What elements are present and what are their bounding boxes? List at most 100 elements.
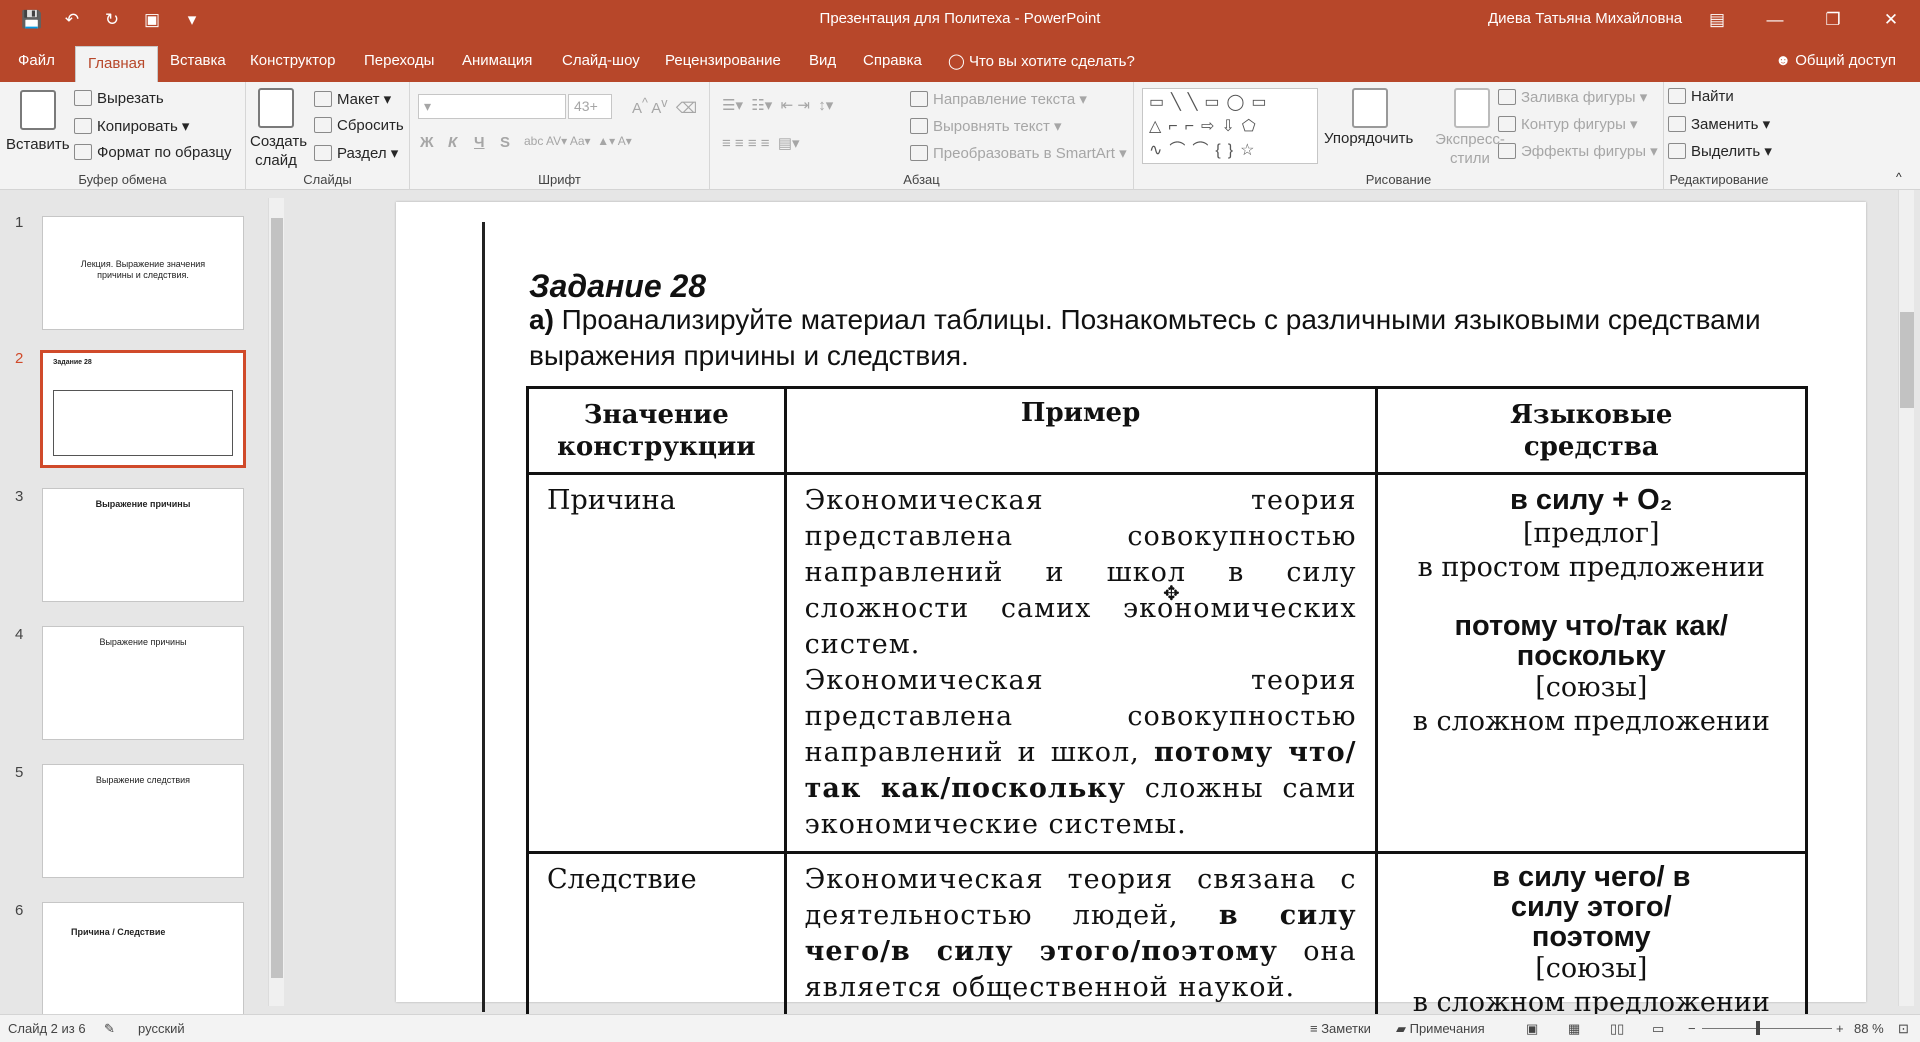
slide-heading[interactable]: Задание 28 [529, 268, 706, 305]
notes-button[interactable]: ≡ Заметки [1310, 1021, 1371, 1036]
find-button[interactable]: Найти [1668, 88, 1734, 105]
replace-icon [1668, 116, 1686, 132]
select-button[interactable]: Выделить ▾ [1668, 142, 1772, 160]
section-button[interactable]: Раздел ▾ [314, 144, 398, 162]
arrange-icon[interactable] [1352, 88, 1388, 128]
slide-thumbnail-5[interactable]: Выражение следствия [42, 764, 244, 878]
quick-styles-button[interactable]: Экспресс-стили [1434, 130, 1506, 168]
window-controls: ▤ — ❐ ✕ [1688, 0, 1920, 40]
slideshow-view-icon[interactable]: ▭ [1652, 1021, 1664, 1037]
font-size-input[interactable]: 43+ [568, 94, 612, 119]
tab-animations[interactable]: Анимация [462, 52, 532, 69]
list-icons[interactable]: ☰▾ ☷▾ ⇤ ⇥ ↕▾ [722, 96, 833, 114]
underline-button[interactable]: Ч [474, 134, 485, 151]
tab-help[interactable]: Справка [863, 52, 922, 69]
shape-outline-button[interactable]: Контур фигуры ▾ [1498, 115, 1638, 133]
table-cell-meaning: Причина [526, 472, 787, 854]
tab-design[interactable]: Конструктор [250, 52, 336, 69]
sorter-view-icon[interactable]: ▦ [1568, 1021, 1580, 1037]
ribbon-display-icon[interactable]: ▤ [1688, 0, 1746, 40]
thumbnails-scrollbar[interactable] [268, 198, 284, 1006]
minimize-icon[interactable]: — [1746, 0, 1804, 40]
font-name-input[interactable]: ▾ [418, 94, 566, 119]
shadow-button[interactable]: S [500, 134, 510, 151]
tab-home[interactable]: Главная [75, 46, 159, 82]
slide-editor: Задание 28 а) Проанализируйте материал т… [292, 190, 1892, 1014]
slide-thumbnail-4[interactable]: Выражение причины [42, 626, 244, 740]
tab-view[interactable]: Вид [809, 52, 836, 69]
grow-font-icon[interactable]: A^ Av ⌫ [632, 96, 697, 117]
shape-effects-button[interactable]: Эффекты фигуры ▾ [1498, 142, 1658, 160]
cut-button[interactable]: Вырезать [74, 90, 164, 107]
slide-thumbnail-3[interactable]: Выражение причины [42, 488, 244, 602]
tab-file[interactable]: Файл [18, 52, 55, 69]
new-slide-icon[interactable] [258, 88, 294, 128]
maximize-icon[interactable]: ❐ [1804, 0, 1862, 40]
zoom-slider[interactable] [1702, 1028, 1832, 1029]
group-drawing: ▭╲╲▭◯▭ △⌐⌐⇨⇩⬠ ∿⌒⌒{}☆ Упорядочить Экспрес… [1134, 82, 1664, 190]
italic-button[interactable]: К [448, 134, 457, 151]
scrollbar-thumb[interactable] [1900, 312, 1914, 408]
table-header: Пример [783, 386, 1378, 475]
bold-button[interactable]: Ж [420, 134, 434, 151]
paste-icon[interactable] [20, 90, 56, 130]
search-icon [1668, 88, 1686, 104]
group-clipboard: Вставить Вырезать Копировать ▾ Формат по… [0, 82, 246, 190]
format-painter-button[interactable]: Формат по образцу [74, 144, 232, 161]
fit-slide-icon[interactable]: ⊡ [1898, 1021, 1909, 1037]
reading-view-icon[interactable]: ▯▯ [1610, 1021, 1624, 1037]
text-direction-button[interactable]: Направление текста ▾ [910, 90, 1087, 108]
scissors-icon [74, 90, 92, 106]
group-label-editing: Редактирование [1669, 172, 1769, 187]
tab-transitions[interactable]: Переходы [364, 52, 434, 69]
replace-button[interactable]: Заменить ▾ [1668, 115, 1770, 133]
collapse-ribbon-icon[interactable]: ^ [1896, 170, 1902, 184]
copy-button[interactable]: Копировать ▾ [74, 117, 189, 135]
zoom-in-icon[interactable]: + [1836, 1021, 1844, 1036]
select-icon [1668, 143, 1686, 159]
normal-view-icon[interactable]: ▣ [1526, 1021, 1538, 1037]
share-button[interactable]: ☻ Общий доступ [1775, 52, 1896, 69]
tab-insert[interactable]: Вставка [170, 52, 226, 69]
slide-thumbnail-2[interactable]: Задание 28 [40, 350, 246, 468]
zoom-out-icon[interactable]: − [1688, 1021, 1696, 1036]
ribbon-tabs: Файл Главная Вставка Конструктор Переход… [0, 40, 1920, 82]
close-icon[interactable]: ✕ [1862, 0, 1920, 40]
shape-fill-button[interactable]: Заливка фигуры ▾ [1498, 88, 1647, 106]
scrollbar-thumb[interactable] [271, 218, 283, 978]
slide-thumbnail-1[interactable]: Лекция. Выражение значения причины и сле… [42, 216, 244, 330]
smartart-button[interactable]: Преобразовать в SmartArt ▾ [910, 144, 1127, 162]
group-label-paragraph: Абзац [903, 172, 940, 187]
font-more-icons[interactable]: abc AV▾ Aa▾ ▲▾ A▾ [524, 134, 632, 148]
table-header-row: Значение конструкции Пример Языковые сре… [526, 386, 1809, 475]
shapes-gallery[interactable]: ▭╲╲▭◯▭ △⌐⌐⇨⇩⬠ ∿⌒⌒{}☆ [1142, 88, 1318, 164]
lightbulb-icon: ◯ [948, 53, 969, 70]
slide-thumbnail-6[interactable]: Причина / Следствие [42, 902, 244, 1016]
quick-styles-icon[interactable] [1454, 88, 1490, 128]
spellcheck-icon[interactable]: ✎ [104, 1021, 115, 1037]
reset-icon [314, 117, 332, 133]
task-text[interactable]: а) Проанализируйте материал таблицы. Поз… [529, 302, 1829, 374]
arrange-button[interactable]: Упорядочить [1324, 130, 1413, 147]
tell-me-search[interactable]: ◯ Что вы хотите сделать? [948, 52, 1135, 70]
align-icons[interactable]: ≡ ≡ ≡ ≡ ▤▾ [722, 134, 800, 152]
thumb-text: Лекция. Выражение значения причины и сле… [80, 259, 206, 280]
user-name[interactable]: Диева Татьяна Михайловна [1488, 10, 1682, 27]
reset-button[interactable]: Сбросить [314, 117, 404, 134]
tab-slideshow[interactable]: Слайд-шоу [562, 52, 640, 69]
zoom-level[interactable]: 88 % [1854, 1021, 1884, 1036]
layout-button[interactable]: Макет ▾ [314, 90, 391, 108]
language[interactable]: русский [138, 1021, 185, 1036]
tab-review[interactable]: Рецензирование [665, 52, 781, 69]
align-text-button[interactable]: Выровнять текст ▾ [910, 117, 1062, 135]
slide-canvas[interactable]: Задание 28 а) Проанализируйте материал т… [396, 202, 1866, 1014]
paste-button[interactable]: Вставить [6, 136, 70, 153]
slide-table[interactable]: Значение конструкции Пример Языковые сре… [526, 386, 1809, 1014]
comments-button[interactable]: ▰ Примечания [1396, 1021, 1485, 1037]
editor-scrollbar[interactable] [1892, 190, 1920, 1014]
fill-icon [1498, 89, 1516, 105]
brush-icon [74, 144, 92, 160]
new-slide-button[interactable]: Создать слайд [250, 132, 307, 170]
zoom-slider-thumb[interactable] [1756, 1021, 1760, 1035]
text-cursor-icon: ✥ [1163, 583, 1180, 605]
